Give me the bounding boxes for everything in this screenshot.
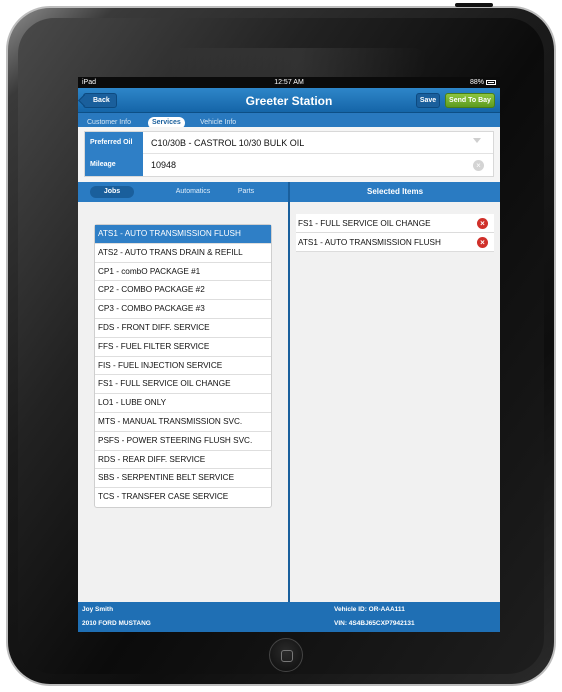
service-form: Preferred Oil C10/30B - CASTROL 10/30 BU…	[78, 127, 500, 187]
job-item[interactable]: FIS - FUEL INJECTION SERVICE	[95, 357, 271, 376]
job-list: ATS1 - AUTO TRANSMISSION FLUSH ATS2 - AU…	[94, 224, 272, 508]
job-item[interactable]: LO1 - LUBE ONLY	[95, 394, 271, 413]
send-to-bay-button[interactable]: Send To Bay	[445, 93, 495, 108]
clock: 12:57 AM	[274, 79, 304, 86]
selected-item-label: ATS1 - AUTO TRANSMISSION FLUSH	[298, 238, 441, 247]
selected-item: FS1 - FULL SERVICE OIL CHANGE ×	[296, 214, 494, 233]
selected-item-label: FS1 - FULL SERVICE OIL CHANGE	[298, 219, 431, 228]
job-item[interactable]: CP1 - combO PACKAGE #1	[95, 263, 271, 282]
job-item[interactable]: CP2 - COMBO PACKAGE #2	[95, 281, 271, 301]
nav-bar: Back Greeter Station Save Send To Bay	[78, 88, 500, 113]
tab-jobs[interactable]: Jobs	[90, 186, 134, 198]
job-item[interactable]: TCS - TRANSFER CASE SERVICE	[95, 488, 271, 507]
app-screen: iPad 12:57 AM 88% Back Greeter Station S…	[78, 77, 500, 632]
vin-number: VIN: 4S4BJ65CXP7942131	[334, 620, 415, 627]
save-button[interactable]: Save	[416, 93, 440, 108]
selected-items-header: Selected Items	[366, 187, 424, 196]
vehicle-id: Vehicle ID: OR-AAA111	[334, 606, 405, 613]
tab-automatics[interactable]: Automatics	[168, 186, 218, 198]
chevron-down-icon[interactable]	[473, 138, 481, 143]
vehicle-description: 2010 FORD MUSTANG	[82, 620, 151, 627]
job-item[interactable]: ATS1 - AUTO TRANSMISSION FLUSH	[95, 225, 271, 244]
battery-percent: 88%	[469, 79, 484, 86]
battery-icon	[486, 79, 496, 85]
mileage-row: Mileage 10948 ×	[85, 154, 493, 176]
job-item[interactable]: ATS2 - AUTO TRANS DRAIN & REFILL	[95, 244, 271, 263]
mileage-input[interactable]: 10948	[151, 154, 176, 176]
preferred-oil-label: Preferred Oil	[85, 132, 143, 154]
screen-glare	[168, 48, 428, 78]
customer-name: Joy Smith	[82, 606, 114, 613]
job-item[interactable]: CP3 - COMBO PACKAGE #3	[95, 300, 271, 319]
mileage-label: Mileage	[85, 154, 143, 176]
power-button	[455, 3, 493, 7]
job-item[interactable]: FS1 - FULL SERVICE OIL CHANGE	[95, 375, 271, 395]
jobs-panel: ATS1 - AUTO TRANSMISSION FLUSH ATS2 - AU…	[78, 202, 288, 602]
home-button[interactable]	[269, 638, 303, 672]
selected-item: ATS1 - AUTO TRANSMISSION FLUSH ×	[296, 233, 494, 252]
job-category-tabs: Jobs Automatics Parts	[78, 182, 288, 202]
battery-status: 88%	[470, 77, 496, 88]
selected-items-list: FS1 - FULL SERVICE OIL CHANGE × ATS1 - A…	[296, 214, 494, 252]
selected-items-panel: FS1 - FULL SERVICE OIL CHANGE × ATS1 - A…	[290, 202, 500, 602]
remove-icon[interactable]: ×	[477, 218, 488, 229]
preferred-oil-row[interactable]: Preferred Oil C10/30B - CASTROL 10/30 BU…	[85, 132, 493, 154]
job-item[interactable]: PSFS - POWER STEERING FLUSH SVC.	[95, 432, 271, 451]
vehicle-footer: Joy Smith 2010 FORD MUSTANG Vehicle ID: …	[78, 602, 500, 632]
job-item[interactable]: FDS - FRONT DIFF. SERVICE	[95, 319, 271, 338]
home-square-icon	[281, 650, 293, 662]
tab-parts[interactable]: Parts	[228, 186, 264, 198]
remove-icon[interactable]: ×	[477, 237, 488, 248]
job-item[interactable]: FFS - FUEL FILTER SERVICE	[95, 338, 271, 357]
status-bar: iPad 12:57 AM 88%	[78, 77, 500, 88]
preferred-oil-select[interactable]: C10/30B - CASTROL 10/30 BULK OIL	[151, 132, 304, 154]
job-item[interactable]: SBS - SERPENTINE BELT SERVICE	[95, 469, 271, 489]
job-item[interactable]: MTS - MANUAL TRANSMISSION SVC.	[95, 413, 271, 432]
clear-icon[interactable]: ×	[473, 160, 484, 171]
job-item[interactable]: RDS - REAR DIFF. SERVICE	[95, 451, 271, 470]
